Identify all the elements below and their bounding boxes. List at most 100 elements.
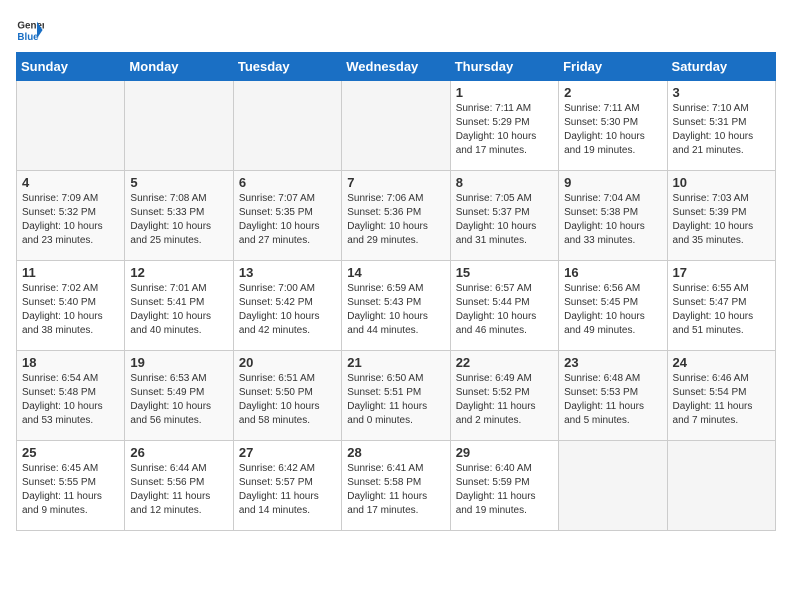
day-number: 25: [22, 445, 119, 460]
day-number: 14: [347, 265, 444, 280]
svg-text:Blue: Blue: [17, 32, 39, 43]
calendar-cell: 9 Sunrise: 7:04 AM Sunset: 5:38 PM Daylig…: [559, 171, 667, 261]
calendar-cell: 17 Sunrise: 6:55 AM Sunset: 5:47 PM Dayli…: [667, 261, 775, 351]
weekday-header-friday: Friday: [559, 53, 667, 81]
weekday-header-sunday: Sunday: [17, 53, 125, 81]
day-info: Sunrise: 7:01 AM Sunset: 5:41 PM Dayligh…: [130, 282, 227, 338]
day-number: 23: [564, 355, 661, 370]
day-info: Sunrise: 6:59 AM Sunset: 5:43 PM Dayligh…: [347, 282, 444, 338]
day-number: 26: [130, 445, 227, 460]
logo: General Blue: [16, 16, 48, 44]
calendar-cell: 10Sunrise: 7:03 AM Sunset: 5:39 PM Dayli…: [667, 171, 775, 261]
day-info: Sunrise: 6:48 AM Sunset: 5:53 PM Dayligh…: [564, 372, 661, 428]
day-info: Sunrise: 6:41 AM Sunset: 5:58 PM Dayligh…: [347, 462, 444, 518]
calendar-cell: 2 Sunrise: 7:11 AM Sunset: 5:30 PM Daylig…: [559, 81, 667, 171]
calendar-cell: 27 Sunrise: 6:42 AM Sunset: 5:57 PM Dayli…: [233, 441, 341, 531]
calendar-cell: [17, 81, 125, 171]
weekday-header-monday: Monday: [125, 53, 233, 81]
calendar-cell: 4 Sunrise: 7:09 AM Sunset: 5:32 PM Daylig…: [17, 171, 125, 261]
day-info: Sunrise: 7:11 AM Sunset: 5:30 PM Dayligh…: [564, 102, 661, 158]
calendar-week-row: 18Sunrise: 6:54 AM Sunset: 5:48 PM Dayli…: [17, 351, 776, 441]
day-number: 3: [673, 85, 770, 100]
day-number: 4: [22, 175, 119, 190]
calendar-cell: [125, 81, 233, 171]
calendar-cell: [233, 81, 341, 171]
day-info: Sunrise: 6:45 AM Sunset: 5:55 PM Dayligh…: [22, 462, 119, 518]
weekday-header-wednesday: Wednesday: [342, 53, 450, 81]
calendar-cell: 21Sunrise: 6:50 AM Sunset: 5:51 PM Dayli…: [342, 351, 450, 441]
weekday-header-saturday: Saturday: [667, 53, 775, 81]
calendar-cell: 16 Sunrise: 6:56 AM Sunset: 5:45 PM Dayli…: [559, 261, 667, 351]
calendar-cell: 7Sunrise: 7:06 AM Sunset: 5:36 PM Daylig…: [342, 171, 450, 261]
calendar-week-row: 25 Sunrise: 6:45 AM Sunset: 5:55 PM Dayli…: [17, 441, 776, 531]
day-info: Sunrise: 6:46 AM Sunset: 5:54 PM Dayligh…: [673, 372, 770, 428]
day-number: 29: [456, 445, 553, 460]
day-info: Sunrise: 6:53 AM Sunset: 5:49 PM Dayligh…: [130, 372, 227, 428]
day-info: Sunrise: 7:11 AM Sunset: 5:29 PM Dayligh…: [456, 102, 553, 158]
day-number: 7: [347, 175, 444, 190]
calendar-cell: 11 Sunrise: 7:02 AM Sunset: 5:40 PM Dayli…: [17, 261, 125, 351]
day-number: 1: [456, 85, 553, 100]
day-info: Sunrise: 6:55 AM Sunset: 5:47 PM Dayligh…: [673, 282, 770, 338]
day-info: Sunrise: 6:54 AM Sunset: 5:48 PM Dayligh…: [22, 372, 119, 428]
calendar-table: SundayMondayTuesdayWednesdayThursdayFrid…: [16, 52, 776, 531]
calendar-cell: 15 Sunrise: 6:57 AM Sunset: 5:44 PM Dayli…: [450, 261, 558, 351]
day-info: Sunrise: 7:03 AM Sunset: 5:39 PM Dayligh…: [673, 192, 770, 248]
weekday-header-row: SundayMondayTuesdayWednesdayThursdayFrid…: [17, 53, 776, 81]
calendar-cell: 24 Sunrise: 6:46 AM Sunset: 5:54 PM Dayli…: [667, 351, 775, 441]
day-info: Sunrise: 6:56 AM Sunset: 5:45 PM Dayligh…: [564, 282, 661, 338]
day-number: 21: [347, 355, 444, 370]
day-info: Sunrise: 7:10 AM Sunset: 5:31 PM Dayligh…: [673, 102, 770, 158]
calendar-cell: 18Sunrise: 6:54 AM Sunset: 5:48 PM Dayli…: [17, 351, 125, 441]
day-number: 5: [130, 175, 227, 190]
calendar-cell: [667, 441, 775, 531]
day-info: Sunrise: 6:57 AM Sunset: 5:44 PM Dayligh…: [456, 282, 553, 338]
day-number: 11: [22, 265, 119, 280]
day-number: 12: [130, 265, 227, 280]
day-info: Sunrise: 7:05 AM Sunset: 5:37 PM Dayligh…: [456, 192, 553, 248]
day-number: 28: [347, 445, 444, 460]
day-number: 6: [239, 175, 336, 190]
day-info: Sunrise: 7:08 AM Sunset: 5:33 PM Dayligh…: [130, 192, 227, 248]
calendar-cell: 8 Sunrise: 7:05 AM Sunset: 5:37 PM Daylig…: [450, 171, 558, 261]
weekday-header-thursday: Thursday: [450, 53, 558, 81]
calendar-week-row: 11 Sunrise: 7:02 AM Sunset: 5:40 PM Dayli…: [17, 261, 776, 351]
day-number: 9: [564, 175, 661, 190]
calendar-cell: 19 Sunrise: 6:53 AM Sunset: 5:49 PM Dayli…: [125, 351, 233, 441]
calendar-cell: [342, 81, 450, 171]
day-info: Sunrise: 7:09 AM Sunset: 5:32 PM Dayligh…: [22, 192, 119, 248]
page-header: General Blue: [16, 16, 776, 44]
day-number: 2: [564, 85, 661, 100]
day-info: Sunrise: 7:00 AM Sunset: 5:42 PM Dayligh…: [239, 282, 336, 338]
calendar-cell: 23 Sunrise: 6:48 AM Sunset: 5:53 PM Dayli…: [559, 351, 667, 441]
calendar-cell: 14 Sunrise: 6:59 AM Sunset: 5:43 PM Dayli…: [342, 261, 450, 351]
day-number: 13: [239, 265, 336, 280]
calendar-cell: 20 Sunrise: 6:51 AM Sunset: 5:50 PM Dayli…: [233, 351, 341, 441]
day-number: 24: [673, 355, 770, 370]
calendar-cell: 22Sunrise: 6:49 AM Sunset: 5:52 PM Dayli…: [450, 351, 558, 441]
day-info: Sunrise: 7:04 AM Sunset: 5:38 PM Dayligh…: [564, 192, 661, 248]
day-number: 20: [239, 355, 336, 370]
calendar-cell: 12 Sunrise: 7:01 AM Sunset: 5:41 PM Dayli…: [125, 261, 233, 351]
day-number: 15: [456, 265, 553, 280]
calendar-cell: 28 Sunrise: 6:41 AM Sunset: 5:58 PM Dayli…: [342, 441, 450, 531]
day-number: 19: [130, 355, 227, 370]
calendar-cell: 26 Sunrise: 6:44 AM Sunset: 5:56 PM Dayli…: [125, 441, 233, 531]
day-number: 17: [673, 265, 770, 280]
day-info: Sunrise: 6:51 AM Sunset: 5:50 PM Dayligh…: [239, 372, 336, 428]
calendar-week-row: 1 Sunrise: 7:11 AM Sunset: 5:29 PM Daylig…: [17, 81, 776, 171]
day-info: Sunrise: 7:07 AM Sunset: 5:35 PM Dayligh…: [239, 192, 336, 248]
calendar-cell: 1 Sunrise: 7:11 AM Sunset: 5:29 PM Daylig…: [450, 81, 558, 171]
day-number: 8: [456, 175, 553, 190]
weekday-header-tuesday: Tuesday: [233, 53, 341, 81]
day-info: Sunrise: 7:02 AM Sunset: 5:40 PM Dayligh…: [22, 282, 119, 338]
day-number: 16: [564, 265, 661, 280]
calendar-cell: [559, 441, 667, 531]
day-info: Sunrise: 6:42 AM Sunset: 5:57 PM Dayligh…: [239, 462, 336, 518]
day-number: 22: [456, 355, 553, 370]
day-info: Sunrise: 6:44 AM Sunset: 5:56 PM Dayligh…: [130, 462, 227, 518]
calendar-week-row: 4 Sunrise: 7:09 AM Sunset: 5:32 PM Daylig…: [17, 171, 776, 261]
logo-icon: General Blue: [16, 16, 44, 44]
day-number: 27: [239, 445, 336, 460]
calendar-cell: 3 Sunrise: 7:10 AM Sunset: 5:31 PM Daylig…: [667, 81, 775, 171]
